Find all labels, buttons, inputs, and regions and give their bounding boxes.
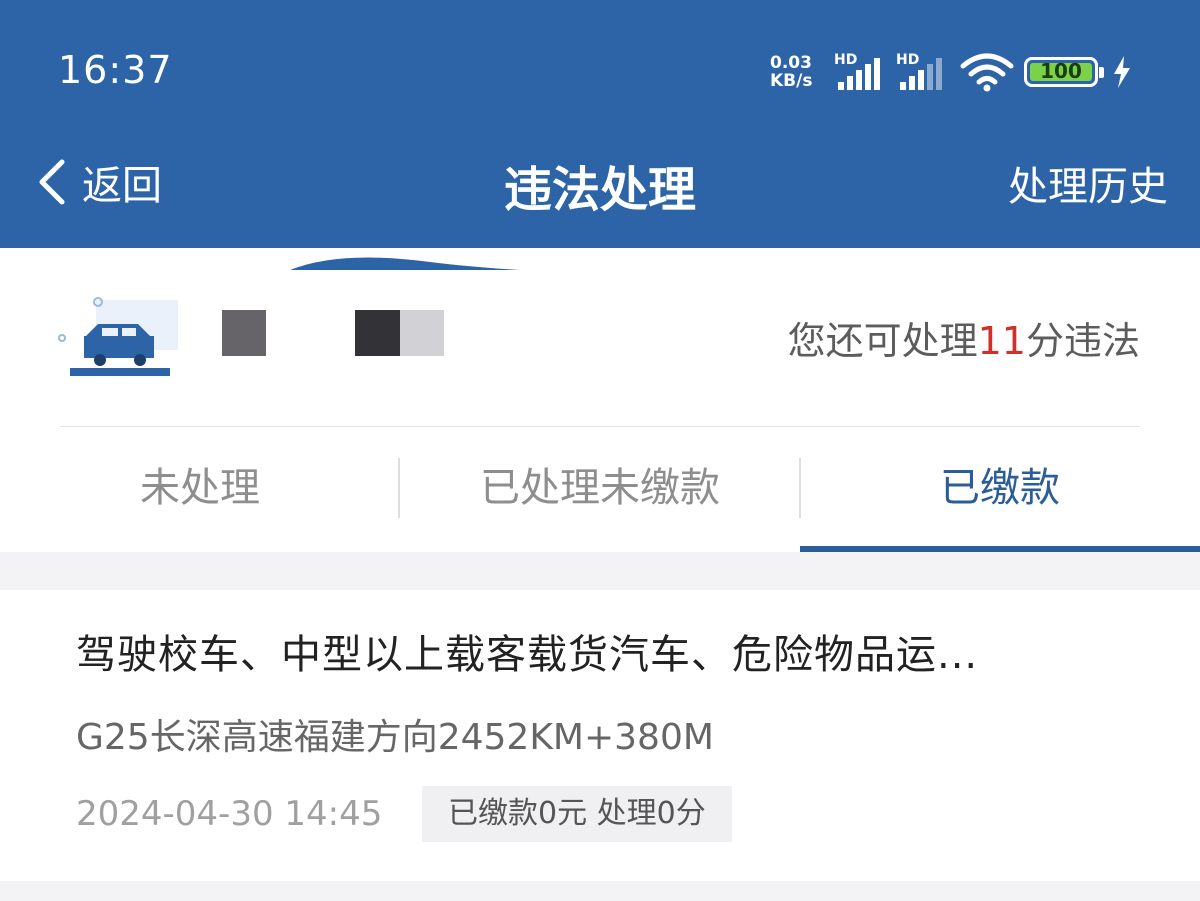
battery-icon: 100 (1024, 57, 1104, 87)
license-plate-redacted (222, 310, 266, 356)
tab-processed-unpaid[interactable]: 已处理未缴款 (400, 456, 800, 520)
wifi-icon (960, 53, 1014, 92)
charging-bolt-icon (1114, 56, 1130, 88)
car-icon (58, 297, 178, 376)
violation-title: 驾驶校车、中型以上载客载货汽车、危险物品运... (76, 632, 979, 678)
back-label: 返回 (82, 163, 162, 209)
network-speed: 0.03 KB/s (770, 54, 828, 90)
points-suffix: 分违法 (1025, 319, 1140, 363)
license-plate-redacted (355, 310, 400, 356)
status-time: 16:37 (58, 48, 173, 92)
active-tab-indicator (800, 546, 1200, 552)
decorative-wave (180, 257, 520, 270)
signal-icon: HD (834, 52, 890, 92)
page-title: 违法处理 (503, 162, 696, 218)
status-icons: 0.03 KB/s HD HD 100 (770, 50, 1132, 94)
tab-unprocessed[interactable]: 未处理 (0, 456, 400, 520)
network-speed-unit: KB/s (770, 71, 813, 91)
remaining-points-text: 您还可处理11分违法 (788, 310, 1140, 365)
history-button[interactable]: 处理历史 (1008, 154, 1168, 212)
points-value: 11 (977, 319, 1026, 363)
battery-level: 100 (1040, 59, 1082, 83)
status-badge: 已缴款0元 处理0分 (422, 786, 732, 842)
network-speed-value: 0.03 (770, 53, 812, 73)
violation-location: G25长深高速福建方向2452KM+380M (76, 717, 714, 758)
divider (60, 426, 1140, 427)
chevron-left-icon (39, 159, 65, 205)
points-prefix: 您还可处理 (787, 319, 978, 363)
back-button[interactable]: 返回 (34, 152, 162, 212)
signal-icon: HD (896, 52, 952, 92)
violation-datetime: 2024-04-30 14:45 (76, 794, 383, 834)
tab-paid[interactable]: 已缴款 (800, 456, 1200, 520)
license-plate-redacted (400, 310, 444, 356)
